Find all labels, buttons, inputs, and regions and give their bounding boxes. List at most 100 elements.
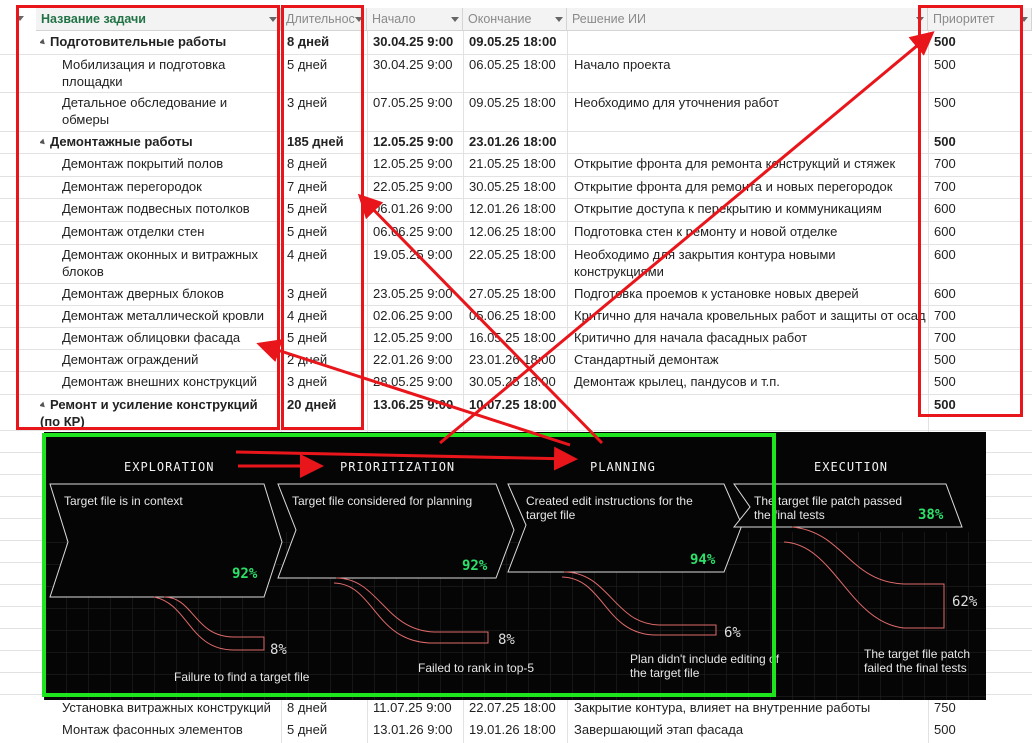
annotation-box-task-names bbox=[16, 5, 280, 430]
cell-start[interactable]: 02.06.25 9:00 bbox=[373, 307, 462, 327]
cell-solution[interactable]: Начало проекта bbox=[574, 56, 927, 92]
cell-text: Подготовка проемов к установке новых две… bbox=[574, 286, 859, 301]
cell-start[interactable]: 06.01.26 9:00 bbox=[373, 200, 462, 221]
cell-text: Демонтаж крылец, пандусов и т.п. bbox=[574, 374, 780, 389]
cell-text: 02.06.25 9:00 bbox=[373, 308, 453, 323]
cell-solution[interactable]: Открытие фронта для ремонта конструкций … bbox=[574, 155, 927, 176]
cell-start[interactable]: 30.04.25 9:00 bbox=[373, 56, 462, 92]
cell-solution[interactable]: Завершающий этап фасада bbox=[574, 721, 927, 741]
cell-text: 22.05.25 18:00 bbox=[469, 247, 556, 262]
column-header-label: Начало bbox=[372, 12, 416, 26]
cell-text: 11.07.25 9:00 bbox=[373, 700, 452, 715]
cell-finish[interactable]: 21.05.25 18:00 bbox=[469, 155, 566, 176]
cell-text: 16.05.25 18:00 bbox=[469, 330, 556, 345]
column-header-start[interactable]: Начало bbox=[367, 8, 463, 31]
cell-start[interactable]: 19.05.25 9:00 bbox=[373, 246, 462, 283]
cell-text: 500 bbox=[934, 722, 956, 737]
cell-text: 8 дней bbox=[287, 700, 328, 715]
cell-finish[interactable]: 06.05.25 18:00 bbox=[469, 56, 566, 92]
cell-solution[interactable] bbox=[574, 133, 927, 153]
cell-finish[interactable]: 12.01.26 18:00 bbox=[469, 200, 566, 221]
cell-text: 23.05.25 9:00 bbox=[373, 286, 453, 301]
stage-fail-pct: 62% bbox=[952, 594, 978, 610]
column-header-ai-solution[interactable]: Решение ИИ bbox=[567, 8, 928, 31]
cell-start[interactable]: 23.05.25 9:00 bbox=[373, 285, 462, 305]
cell-start[interactable]: 22.01.26 9:00 bbox=[373, 351, 462, 371]
cell-start[interactable]: 13.06.25 9:00 bbox=[373, 396, 462, 430]
cell-finish[interactable]: 22.07.25 18:00 bbox=[469, 699, 566, 719]
cell-start[interactable]: 28.05.25 9:00 bbox=[373, 373, 462, 394]
cell-text: 12.05.25 9:00 bbox=[373, 156, 453, 171]
cell-solution[interactable]: Подготовка стен к ремонту и новой отделк… bbox=[574, 223, 927, 244]
cell-text: 23.01.26 18:00 bbox=[469, 352, 556, 367]
cell-finish[interactable]: 10.07.25 18:00 bbox=[469, 396, 566, 430]
filter-dropdown-icon[interactable] bbox=[555, 17, 563, 22]
cell-start[interactable]: 30.04.25 9:00 bbox=[373, 33, 462, 54]
cell-name[interactable]: Установка витражных конструкций bbox=[62, 699, 281, 719]
cell-finish[interactable]: 09.05.25 18:00 bbox=[469, 33, 566, 54]
cell-finish[interactable]: 23.01.26 18:00 bbox=[469, 351, 566, 371]
cell-finish[interactable]: 30.05.25 18:00 bbox=[469, 373, 566, 394]
cell-finish[interactable]: 05.06.25 18:00 bbox=[469, 307, 566, 327]
cell-text: 30.05.25 18:00 bbox=[469, 374, 556, 389]
cell-text: 12.05.25 9:00 bbox=[373, 134, 454, 149]
stage-title-execution: EXECUTION bbox=[814, 460, 889, 474]
cell-duration[interactable]: 8 дней bbox=[287, 699, 365, 719]
column-header-finish[interactable]: Окончание bbox=[463, 8, 567, 31]
cell-start[interactable]: 11.07.25 9:00 bbox=[373, 699, 462, 719]
stage-success-text: The target file patch passed the final t… bbox=[754, 494, 903, 522]
cell-text: Открытие фронта для ремонта и новых пере… bbox=[574, 179, 893, 194]
cell-duration[interactable]: 5 дней bbox=[287, 721, 365, 741]
cell-name[interactable]: Монтаж фасонных элементов bbox=[62, 721, 281, 741]
cell-text: 06.01.26 9:00 bbox=[373, 201, 453, 216]
cell-solution[interactable]: Критично для начала фасадных работ bbox=[574, 329, 927, 349]
cell-text: Необходимо для закрытия контура новыми к… bbox=[574, 247, 836, 279]
cell-text: 5 дней bbox=[287, 722, 328, 737]
cell-start[interactable]: 13.01.26 9:00 bbox=[373, 721, 462, 741]
cell-solution[interactable] bbox=[574, 33, 927, 54]
annotation-box-funnel bbox=[42, 433, 776, 697]
cell-text: Открытие фронта для ремонта конструкций … bbox=[574, 156, 896, 171]
cell-text: Закрытие контура, влияет на внутренние р… bbox=[574, 700, 871, 715]
cell-text: Начало проекта bbox=[574, 57, 671, 72]
cell-finish[interactable]: 23.01.26 18:00 bbox=[469, 133, 566, 153]
cell-start[interactable]: 12.05.25 9:00 bbox=[373, 329, 462, 349]
cell-solution[interactable]: Закрытие контура, влияет на внутренние р… bbox=[574, 699, 927, 719]
stage-fail-text: The target file patch failed the final t… bbox=[864, 647, 971, 675]
cell-finish[interactable]: 12.06.25 18:00 bbox=[469, 223, 566, 244]
cell-finish[interactable]: 09.05.25 18:00 bbox=[469, 94, 566, 131]
cell-solution[interactable]: Открытие фронта для ремонта и новых пере… bbox=[574, 178, 927, 198]
cell-text: Установка витражных конструкций bbox=[62, 700, 271, 715]
cell-start[interactable]: 07.05.25 9:00 bbox=[373, 94, 462, 131]
cell-priority[interactable]: 500 bbox=[934, 721, 1027, 741]
stage-success-pct: 38% bbox=[918, 507, 944, 523]
cell-text: 19.05.25 9:00 bbox=[373, 247, 453, 262]
cell-text: Монтаж фасонных элементов bbox=[62, 722, 243, 737]
cell-text: Необходимо для уточнения работ bbox=[574, 95, 779, 110]
cell-solution[interactable]: Стандартный демонтаж bbox=[574, 351, 927, 371]
annotation-box-durations bbox=[281, 5, 364, 430]
cell-finish[interactable]: 22.05.25 18:00 bbox=[469, 246, 566, 283]
cell-start[interactable]: 12.05.25 9:00 bbox=[373, 155, 462, 176]
cell-start[interactable]: 22.05.25 9:00 bbox=[373, 178, 462, 198]
cell-start[interactable]: 12.05.25 9:00 bbox=[373, 133, 462, 153]
cell-solution[interactable]: Открытие доступа к перекрытию и коммуник… bbox=[574, 200, 927, 221]
cell-solution[interactable]: Необходимо для закрытия контура новыми к… bbox=[574, 246, 927, 283]
cell-finish[interactable]: 30.05.25 18:00 bbox=[469, 178, 566, 198]
cell-text: 22.07.25 18:00 bbox=[469, 700, 556, 715]
cell-text: 12.05.25 9:00 bbox=[373, 330, 453, 345]
cell-solution[interactable]: Демонтаж крылец, пандусов и т.п. bbox=[574, 373, 927, 394]
cell-finish[interactable]: 16.05.25 18:00 bbox=[469, 329, 566, 349]
cell-finish[interactable]: 19.01.26 18:00 bbox=[469, 721, 566, 741]
filter-dropdown-icon[interactable] bbox=[451, 17, 459, 22]
row-divider bbox=[0, 430, 1032, 431]
cell-finish[interactable]: 27.05.25 18:00 bbox=[469, 285, 566, 305]
cell-solution[interactable] bbox=[574, 396, 927, 430]
cell-priority[interactable]: 750 bbox=[934, 699, 1027, 719]
cell-text: 28.05.25 9:00 bbox=[373, 374, 453, 389]
cell-solution[interactable]: Необходимо для уточнения работ bbox=[574, 94, 927, 131]
cell-start[interactable]: 06.06.25 9:00 bbox=[373, 223, 462, 244]
cell-solution[interactable]: Критично для начала кровельных работ и з… bbox=[574, 307, 927, 327]
cell-solution[interactable]: Подготовка проемов к установке новых две… bbox=[574, 285, 927, 305]
cell-text: 30.05.25 18:00 bbox=[469, 179, 556, 194]
